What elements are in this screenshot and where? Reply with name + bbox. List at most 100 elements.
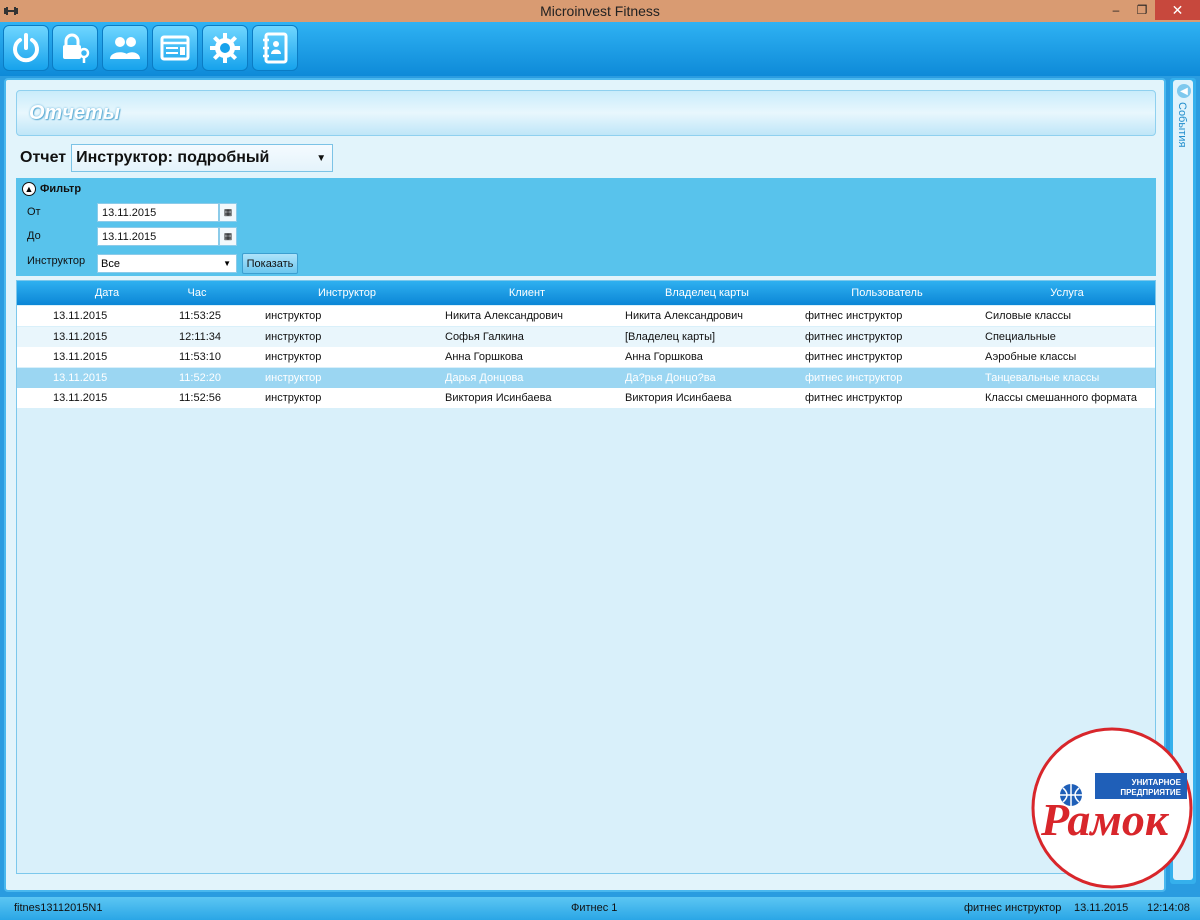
table-cell: 11:53:25 [179, 310, 222, 322]
column-header[interactable]: Услуга [997, 287, 1137, 299]
report-selector-row: Отчет Инструктор: подробный ▼ [20, 144, 334, 172]
from-date-input[interactable]: 13.11.2015 [97, 203, 219, 222]
gear-icon [210, 33, 240, 63]
power-icon [13, 33, 39, 63]
column-header[interactable]: Дата [57, 287, 157, 299]
column-header[interactable]: Владелец карты [637, 287, 777, 299]
show-button[interactable]: Показать [242, 253, 298, 274]
cards-icon [160, 35, 190, 61]
events-label[interactable]: События [1176, 102, 1188, 147]
cards-button[interactable] [152, 25, 198, 71]
clients-button[interactable] [102, 25, 148, 71]
table-cell: 13.11.2015 [53, 330, 108, 343]
table-cell: инструктор [265, 330, 322, 343]
table-row[interactable]: 13.11.2015 11:52:20 инструктор Дарья Донцов… [17, 367, 1155, 388]
users-icon [110, 37, 140, 59]
collapse-toggle-icon[interactable]: ▲ [22, 182, 36, 196]
filter-title: Фильтр [40, 183, 82, 195]
table-cell: Танцевальные классы [985, 371, 1100, 384]
column-header[interactable]: Пользователь [817, 287, 957, 299]
main-panel: Отчеты Отчет Инструктор: подробный ▼ ▲ Ф… [4, 78, 1166, 892]
table-cell: Специальные [985, 330, 1056, 343]
table-cell: 13.11.2015 [53, 351, 108, 363]
table-cell: фитнес инструктор [805, 371, 903, 384]
table-cell: фитнес инструктор [805, 310, 903, 322]
table-cell: Силовые классы [985, 310, 1072, 322]
table-cell: Классы смешанного формата [985, 392, 1137, 404]
column-header[interactable]: Час [157, 287, 237, 299]
svg-text:УНИТАРНОЕ: УНИТАРНОЕ [1132, 778, 1182, 787]
chevron-down-icon: ▼ [223, 259, 231, 268]
column-header[interactable]: Клиент [457, 287, 597, 299]
minimize-button[interactable]: – [1103, 0, 1129, 20]
table-cell: Виктория Исинбаева [445, 392, 552, 404]
column-header[interactable]: Инструктор [277, 287, 417, 299]
access-button[interactable] [52, 25, 98, 71]
status-module: Фитнес 1 [571, 902, 618, 914]
page-header: Отчеты [16, 90, 1156, 136]
table-cell: Никита Александрович [625, 310, 744, 322]
table-cell: инструктор [265, 351, 322, 363]
restore-button[interactable]: ❐ [1129, 0, 1155, 20]
table-cell: 11:52:56 [179, 392, 222, 404]
main-toolbar [0, 22, 1200, 76]
table-cell: 13.11.2015 [53, 392, 108, 404]
table-cell: инструктор [265, 392, 322, 404]
contacts-button[interactable] [252, 25, 298, 71]
to-label: До [27, 230, 41, 242]
window-title: Microinvest Fitness [540, 3, 660, 19]
table-cell: Анна Горшкова [445, 351, 523, 363]
svg-text:Рамок: Рамок [1040, 794, 1170, 845]
table-row[interactable]: 13.11.2015 11:53:10 инструктор Анна Горшков… [17, 347, 1155, 367]
table-cell: Да?рья Донцо?ва [625, 371, 716, 384]
table-cell: [Владелец карты] [625, 330, 716, 343]
calendar-icon[interactable]: ▦ [219, 227, 237, 246]
table-cell: 13.11.2015 [53, 310, 108, 322]
table-header: Дата Час Инструктор Клиент Владелец карт… [17, 281, 1155, 305]
status-time: 12:14:08 [1147, 902, 1190, 914]
report-label: Отчет [20, 149, 67, 166]
table-cell: Аэробные классы [985, 351, 1077, 363]
report-table: Дата Час Инструктор Клиент Владелец карт… [16, 280, 1156, 874]
status-user: фитнес инструктор [964, 902, 1062, 914]
table-cell: 13.11.2015 [53, 371, 108, 384]
table-cell: 11:52:20 [179, 371, 222, 384]
report-type-value: Инструктор: подробный [76, 149, 270, 166]
status-bar: fitnes13112015N1 Фитнес 1 фитнес инструк… [0, 897, 1200, 920]
instructor-select[interactable]: Все ▼ [97, 254, 237, 273]
table-cell: инструктор [265, 310, 322, 322]
lock-key-icon [63, 33, 90, 63]
table-cell: Софья Галкина [445, 330, 524, 343]
table-cell: фитнес инструктор [805, 392, 903, 404]
table-cell: фитнес инструктор [805, 351, 903, 363]
report-type-select[interactable]: Инструктор: подробный ▼ [71, 144, 334, 172]
to-date-input[interactable]: 13.11.2015 [97, 227, 219, 246]
instructor-value: Все [101, 258, 120, 270]
table-row[interactable]: 13.11.2015 11:53:25 инструктор Никита Алекс… [17, 306, 1155, 326]
table-cell: Дарья Донцова [445, 371, 524, 384]
settings-button[interactable] [202, 25, 248, 71]
table-cell: Анна Горшкова [625, 351, 703, 363]
title-bar: Microinvest Fitness – ❐ ✕ [0, 0, 1200, 22]
table-cell: Никита Александрович [445, 310, 564, 322]
power-button[interactable] [3, 25, 49, 71]
table-row[interactable]: 13.11.2015 12:11:34 инструктор Софья Галкин… [17, 326, 1155, 347]
table-cell: инструктор [265, 371, 322, 384]
table-cell: Виктория Исинбаева [625, 392, 732, 404]
ramok-logo: УНИТАРНОЕ ПРЕДПРИЯТИЕ Рамок [1031, 727, 1193, 889]
table-cell: 11:53:10 [179, 351, 222, 363]
status-document: fitnes13112015N1 [14, 902, 103, 914]
status-date: 13.11.2015 [1074, 902, 1129, 914]
page-title: Отчеты [29, 102, 120, 124]
chevron-left-icon[interactable]: ◀ [1177, 84, 1191, 98]
from-label: От [27, 206, 41, 218]
calendar-icon[interactable]: ▦ [219, 203, 237, 222]
notebook-icon [263, 32, 288, 64]
chevron-down-icon: ▼ [316, 153, 327, 164]
table-row[interactable]: 13.11.2015 11:52:56 инструктор Виктория Иси… [17, 388, 1155, 408]
filter-panel: ▲ Фильтр От 13.11.2015 ▦ До 13.11.2015 ▦… [16, 178, 1156, 276]
close-button[interactable]: ✕ [1155, 0, 1200, 20]
table-cell: 12:11:34 [179, 330, 222, 343]
instructor-label: Инструктор [27, 255, 86, 267]
table-cell: фитнес инструктор [805, 330, 903, 343]
